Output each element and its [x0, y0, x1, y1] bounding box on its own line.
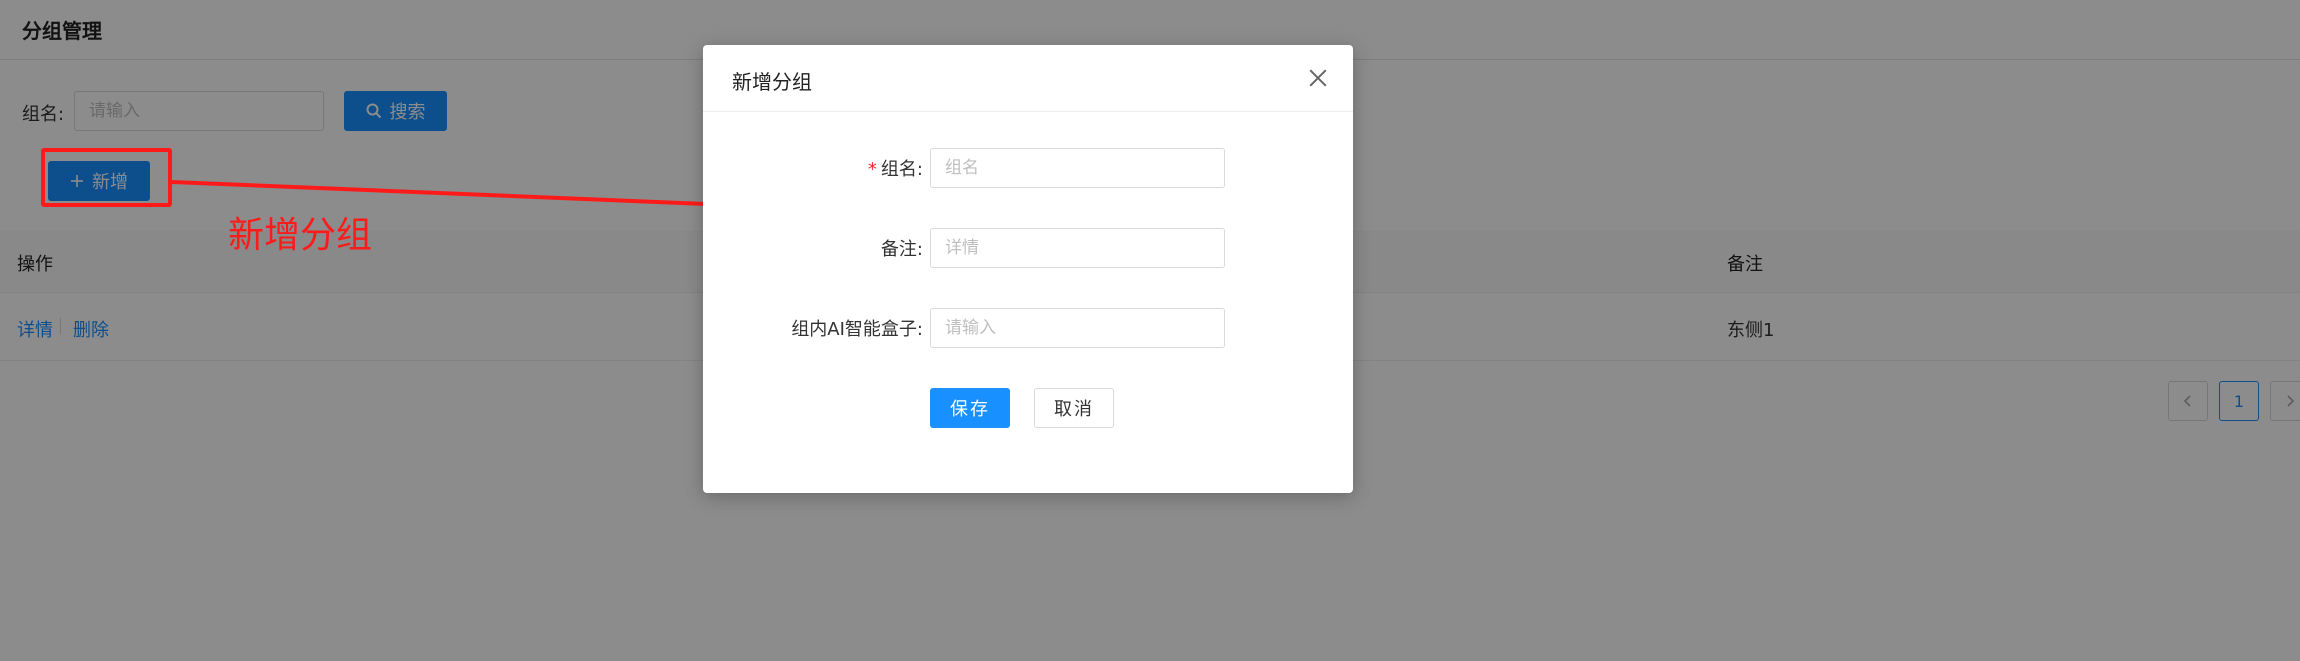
modal-title: 新增分组	[732, 70, 812, 94]
annotation-highlight-box	[41, 148, 172, 207]
close-icon[interactable]	[1305, 65, 1331, 91]
note-input[interactable]	[930, 228, 1225, 268]
group-name-field-label: * 组名:	[703, 155, 923, 181]
note-field-label: 备注:	[880, 239, 923, 260]
ai-box-field-label: 组内AI智能盒子:	[791, 319, 923, 340]
add-group-modal: 新增分组 *组名: 备注: 组内AI智能盒子: 保存 取消	[703, 45, 1353, 493]
save-button[interactable]: 保存	[930, 388, 1010, 428]
annotation-label: 新增分组	[228, 215, 373, 256]
required-asterisk: *	[867, 159, 877, 180]
group-name-field-label-text: 组名:	[880, 159, 923, 180]
ai-box-input[interactable]	[930, 308, 1225, 348]
group-name-input[interactable]	[930, 148, 1225, 188]
cancel-button[interactable]: 取消	[1034, 388, 1114, 428]
modal-header: 新增分组	[703, 45, 1353, 112]
